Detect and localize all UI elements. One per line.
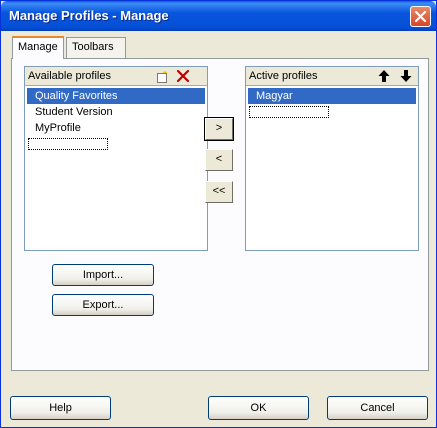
manage-profiles-dialog: Manage Profiles - Manage Manage Toolbars… [0, 0, 437, 428]
window-title: Manage Profiles - Manage [9, 8, 169, 23]
available-profiles-list[interactable]: Quality Favorites Student Version MyProf… [27, 88, 205, 248]
remove-all-button[interactable]: << [205, 181, 233, 203]
remove-button[interactable]: < [205, 149, 233, 171]
title-bar[interactable]: Manage Profiles - Manage [1, 1, 436, 31]
active-profiles-header: Active profiles [246, 67, 418, 86]
active-profiles-group: Active profiles Magyar [245, 66, 419, 251]
available-profiles-label: Available profiles [28, 70, 111, 82]
available-profiles-header: Available profiles [25, 67, 207, 86]
arrow-down-icon[interactable] [399, 69, 413, 83]
export-button[interactable]: Export... [52, 294, 154, 316]
help-button[interactable]: Help [10, 396, 111, 420]
active-profiles-label: Active profiles [249, 70, 318, 82]
tab-panel: Available profiles Quality Favorites Stu… [11, 58, 429, 371]
tab-manage[interactable]: Manage [12, 36, 64, 59]
add-button[interactable]: > [204, 117, 234, 141]
close-button[interactable] [410, 6, 431, 27]
delete-icon[interactable] [176, 69, 190, 83]
import-button[interactable]: Import... [52, 264, 154, 286]
close-icon [414, 10, 427, 23]
active-profiles-list[interactable]: Magyar [248, 88, 416, 248]
list-item[interactable]: Magyar [248, 88, 416, 104]
tab-toolbars[interactable]: Toolbars [66, 37, 126, 58]
active-edit-field[interactable] [249, 106, 329, 118]
list-item[interactable]: Quality Favorites [27, 88, 205, 104]
arrow-up-icon[interactable] [377, 69, 391, 83]
available-profiles-group: Available profiles Quality Favorites Stu… [24, 66, 208, 251]
ok-button[interactable]: OK [208, 396, 309, 420]
list-item[interactable]: MyProfile [27, 120, 205, 136]
new-profile-icon[interactable] [155, 70, 169, 84]
cancel-button[interactable]: Cancel [327, 396, 428, 420]
new-profile-edit-field[interactable] [28, 138, 108, 150]
list-item[interactable]: Student Version [27, 104, 205, 120]
